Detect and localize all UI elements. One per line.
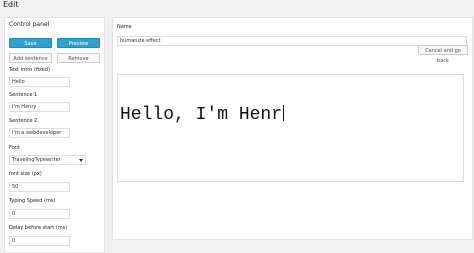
font-label: Font [9,145,20,151]
preview-area: Hello, I'm Henr [117,74,464,182]
preview-button[interactable]: Preview [57,38,100,48]
preview-text: Hello, I'm Henr [120,105,283,125]
sentence-1-input[interactable]: I'm Henry [9,102,70,112]
delay-label: Delay before start (ms) [9,225,68,231]
sentence-2-input[interactable]: I'm a webdeveloper [9,128,70,138]
typing-speed-label: Typing Speed (ms) [9,198,56,204]
control-panel-title: Control panel [9,21,50,28]
font-select[interactable]: TravelingTypewriter [9,155,86,165]
name-input[interactable]: humanize effect [117,36,467,46]
sentence-2-label: Sentence 2 [9,118,38,124]
remove-button[interactable]: Remove [57,53,100,63]
font-select-value: TravelingTypewriter [12,157,61,163]
delay-input[interactable]: 0 [9,236,70,246]
save-button[interactable]: Save [9,38,52,48]
cancel-button[interactable]: Cancel and go back [418,45,468,64]
chevron-down-icon [79,158,83,162]
page-title: Edit [3,0,19,9]
add-sentence-button[interactable]: Add sentence [9,53,52,63]
preview-text-container: Hello, I'm Henr [120,105,285,125]
main-panel: Name humanize effect Cancel and go back … [112,17,473,240]
sentence-1-label: Sentence 1 [9,92,38,98]
font-size-label: font size (px) [9,171,42,177]
text-intro-label: Text intro (fixed) [9,67,50,73]
text-cursor [283,105,285,121]
control-panel: Control panel Save Preview Add sentence … [4,17,105,253]
text-intro-input[interactable]: Hello [9,77,70,87]
name-label: Name [117,24,132,30]
font-size-input[interactable]: 50 [9,182,70,192]
typing-speed-input[interactable]: 0 [9,209,70,219]
